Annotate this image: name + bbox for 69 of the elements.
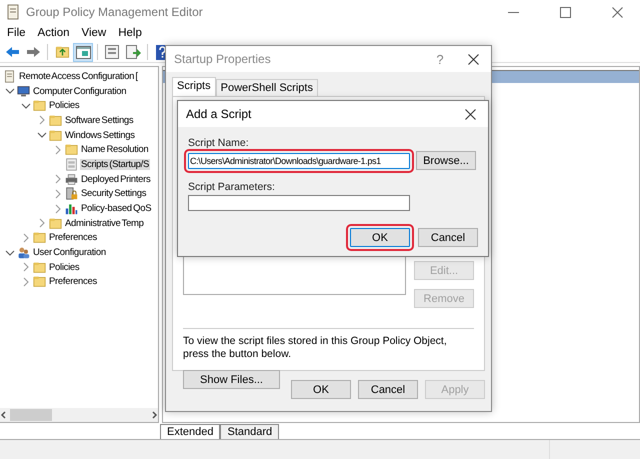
- server-lock-icon: [65, 187, 78, 200]
- collapse-chevron-icon[interactable]: [3, 248, 17, 258]
- collapse-chevron-icon[interactable]: [19, 100, 33, 111]
- show-files-button[interactable]: Show Files...: [183, 370, 280, 389]
- folder-icon: [49, 114, 62, 127]
- computer-icon: [17, 84, 30, 98]
- tree-item[interactable]: Policy-based QoS: [80, 203, 152, 214]
- up-folder-icon[interactable]: [54, 45, 70, 59]
- folder-icon: [33, 260, 46, 274]
- properties-icon[interactable]: [105, 45, 119, 59]
- printer-icon: [65, 172, 78, 186]
- bar-chart-icon: [65, 202, 78, 216]
- export-icon[interactable]: [126, 45, 140, 59]
- folder-icon: [49, 216, 62, 230]
- folder-icon: [33, 231, 46, 244]
- dialog-button[interactable]: OK: [291, 380, 351, 399]
- app-icon: [6, 4, 20, 20]
- tree-item[interactable]: Deployed Printers: [80, 174, 152, 185]
- script-parameters-field[interactable]: [188, 195, 410, 211]
- tree-item[interactable]: Computer Configuration: [32, 86, 128, 97]
- tree-item[interactable]: Name Resolution: [80, 144, 150, 156]
- tree-item[interactable]: User Configuration: [32, 247, 107, 258]
- tree-item[interactable]: Windows Settings: [64, 130, 136, 141]
- collapse-chevron-icon[interactable]: [35, 130, 49, 140]
- tree-item[interactable]: Policies: [48, 100, 80, 112]
- menu-item[interactable]: Help: [113, 26, 147, 40]
- tree-item[interactable]: Remote Access Configuration [: [18, 70, 139, 82]
- collapse-chevron-icon[interactable]: [3, 86, 17, 96]
- forward-arrow-icon[interactable]: [26, 46, 40, 58]
- field-label: Script Name:: [188, 137, 250, 149]
- tree-item[interactable]: Scripts (Startup/S: [80, 158, 150, 170]
- users-icon: [17, 246, 30, 260]
- folder-icon: [49, 128, 62, 142]
- document-icon: [3, 70, 16, 83]
- window-title: Group Policy Management Editor: [26, 5, 204, 19]
- folder-icon: [65, 143, 78, 156]
- tree-item[interactable]: Administrative Temp: [64, 218, 145, 229]
- field-label: Script Parameters:: [188, 181, 276, 193]
- dialog-tab[interactable]: Scripts: [172, 77, 216, 96]
- close-icon[interactable]: [468, 54, 478, 64]
- script-icon: [65, 158, 78, 171]
- dialog-title: Startup Properties: [174, 52, 272, 66]
- close-icon[interactable]: [612, 6, 622, 18]
- help-button[interactable]: ?: [425, 52, 455, 66]
- console-tree-icon[interactable]: [76, 46, 90, 58]
- tree-item[interactable]: Policies: [48, 262, 80, 273]
- tree-item[interactable]: Preferences: [48, 232, 98, 244]
- menu-item[interactable]: File: [2, 26, 31, 40]
- dialog-tab[interactable]: PowerShell Scripts: [216, 79, 318, 96]
- tree-item[interactable]: Preferences: [48, 276, 98, 288]
- back-arrow-icon[interactable]: [4, 46, 20, 58]
- close-icon[interactable]: [464, 108, 476, 120]
- info-text: To view the script files stored in this Group Policy Object, press the button below.: [183, 335, 448, 361]
- dialog-button[interactable]: Cancel: [358, 380, 418, 399]
- view-tab[interactable]: Extended: [160, 424, 220, 439]
- menu-item[interactable]: View: [76, 26, 112, 40]
- horizontal-scrollbar[interactable]: [0, 408, 158, 422]
- scroll-left-icon[interactable]: [0, 411, 8, 419]
- dialog-title: Add a Script: [186, 107, 252, 121]
- tree-item[interactable]: Security Settings: [80, 188, 148, 200]
- view-tab[interactable]: Standard: [220, 424, 280, 439]
- dialog-button[interactable]: Cancel: [418, 228, 478, 247]
- folder-icon: [33, 275, 46, 288]
- folder-icon: [33, 99, 46, 112]
- browse-button[interactable]: Browse...: [416, 151, 476, 170]
- scroll-right-icon[interactable]: [150, 411, 158, 419]
- maximize-icon[interactable]: [560, 6, 570, 18]
- tree-item[interactable]: Software Settings: [64, 114, 134, 126]
- menu-item[interactable]: Action: [32, 26, 74, 40]
